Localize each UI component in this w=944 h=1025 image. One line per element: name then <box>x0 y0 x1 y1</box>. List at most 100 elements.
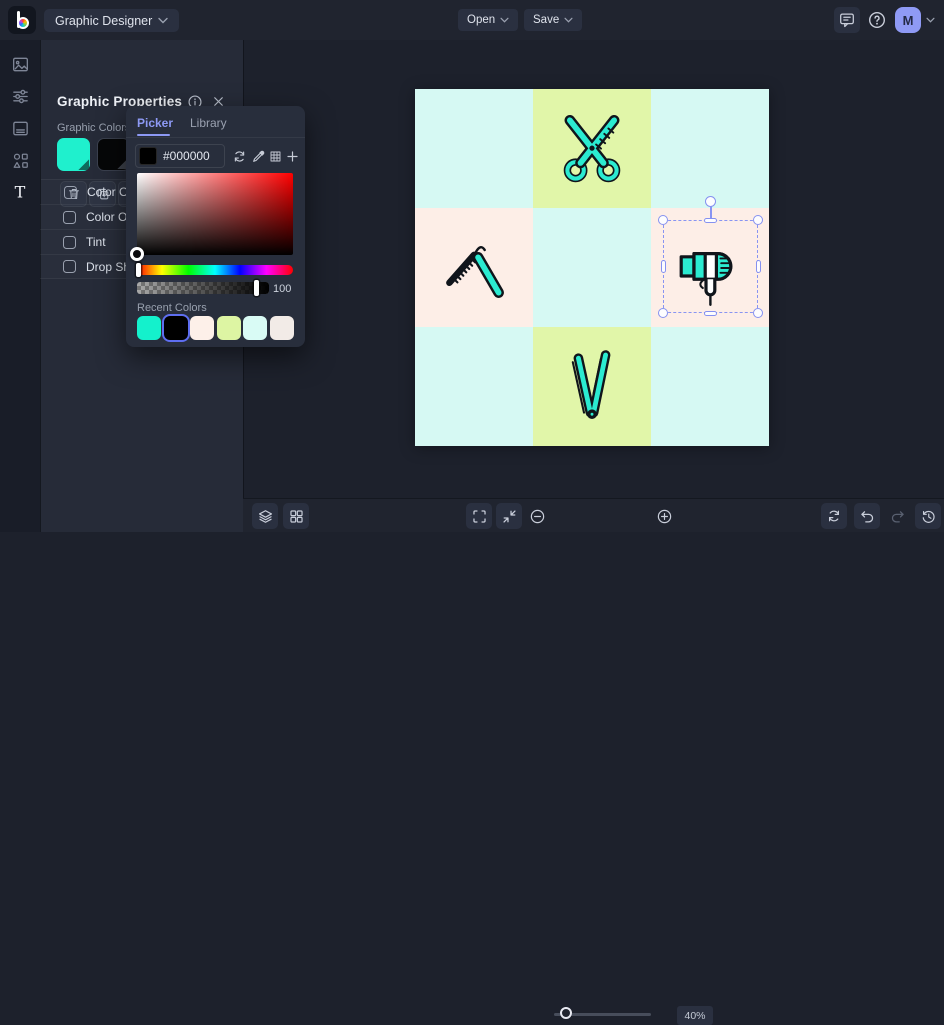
checkbox-color-overlay[interactable] <box>64 185 77 199</box>
resize-handle-n[interactable] <box>704 217 717 223</box>
graphic-colors-label: Graphic Colors <box>57 122 131 134</box>
color-grid-button[interactable] <box>267 148 284 165</box>
chevron-down-icon <box>564 17 573 23</box>
recent-color-swatch-selected[interactable] <box>163 316 188 340</box>
checkbox-drop-shadow[interactable] <box>63 260 76 273</box>
account-menu-chevron[interactable] <box>926 17 935 23</box>
color-cursor[interactable] <box>130 247 144 261</box>
card-icon <box>12 121 28 135</box>
top-bar: Graphic Designer Open Save M <box>0 0 944 40</box>
sidebar-item-images[interactable] <box>10 54 30 74</box>
resize-handle-sw[interactable] <box>658 308 668 318</box>
fullscreen-icon <box>472 509 486 523</box>
resize-handle-s[interactable] <box>704 310 717 316</box>
resize-handle-se[interactable] <box>753 308 763 318</box>
hex-color-field[interactable] <box>135 144 225 168</box>
divider <box>126 137 305 138</box>
app-logo[interactable] <box>8 6 36 34</box>
shapes-icon <box>13 153 28 168</box>
project-type-dropdown[interactable]: Graphic Designer <box>44 9 180 32</box>
resize-handle-e[interactable] <box>755 260 761 273</box>
help-button[interactable] <box>866 9 888 31</box>
flat-iron-icon <box>571 349 611 419</box>
layers-button[interactable] <box>252 503 278 529</box>
tab-picker[interactable]: Picker <box>137 116 173 130</box>
redo-button[interactable] <box>888 507 906 525</box>
checkbox-tint[interactable] <box>63 235 76 249</box>
resize-handle-w[interactable] <box>660 260 666 273</box>
canvas-tile[interactable] <box>651 89 769 208</box>
history-icon <box>922 510 935 523</box>
sync-icon <box>234 151 245 162</box>
refresh-button[interactable] <box>821 503 847 529</box>
sidebar-item-graphics[interactable] <box>10 150 30 170</box>
user-avatar[interactable]: M <box>895 7 921 33</box>
saturation-value-area[interactable] <box>137 173 293 255</box>
project-type-label: Graphic Designer <box>55 13 153 28</box>
plus-icon <box>287 151 298 162</box>
feedback-button[interactable] <box>834 7 860 33</box>
history-button[interactable] <box>915 503 941 529</box>
selection-box[interactable] <box>658 196 763 318</box>
hue-slider-handle[interactable] <box>136 263 141 277</box>
chevron-down-icon <box>158 17 168 24</box>
comment-icon <box>840 13 854 28</box>
recent-colors-label: Recent Colors <box>137 302 207 314</box>
pages-button[interactable] <box>283 503 309 529</box>
layers-icon <box>258 509 272 523</box>
undo-button[interactable] <box>854 503 880 529</box>
canvas-tile[interactable] <box>533 208 651 327</box>
tab-library[interactable]: Library <box>190 116 227 130</box>
eyedropper-button[interactable] <box>250 148 267 165</box>
zoom-slider-handle[interactable] <box>560 1007 572 1019</box>
swap-colors-button[interactable] <box>231 148 248 165</box>
avatar-initial: M <box>902 12 914 28</box>
sidebar-item-adjustments[interactable] <box>10 86 30 106</box>
save-button[interactable]: Save <box>524 9 583 31</box>
add-color-button[interactable] <box>284 148 301 165</box>
resize-handle-nw[interactable] <box>658 215 668 225</box>
current-color-swatch <box>139 147 157 165</box>
recent-color-swatch[interactable] <box>216 316 241 340</box>
canvas-tile[interactable] <box>415 327 533 446</box>
grid-icon <box>270 151 281 162</box>
collapse-icon <box>502 509 516 523</box>
hue-slider[interactable] <box>137 265 293 275</box>
logo-rainbow-bowl <box>17 17 29 29</box>
hex-input[interactable] <box>163 149 223 163</box>
zoom-level-display[interactable]: 40% <box>677 1006 713 1025</box>
zoom-in-button[interactable] <box>655 507 673 525</box>
canvas-tile[interactable] <box>415 89 533 208</box>
canvas-tile-scissors[interactable] <box>533 89 651 208</box>
rotation-handle[interactable] <box>705 196 716 207</box>
canvas-tile[interactable] <box>651 327 769 446</box>
checkbox-color-overlay[interactable] <box>63 210 76 224</box>
sidebar-item-templates[interactable] <box>10 118 30 138</box>
shrink-view-button[interactable] <box>496 503 522 529</box>
recent-color-swatch[interactable] <box>137 316 161 340</box>
sliders-icon <box>12 89 28 103</box>
plus-circle-icon <box>657 509 671 523</box>
chevron-down-icon <box>500 17 509 23</box>
image-icon <box>12 57 28 71</box>
eyedropper-icon <box>253 150 265 162</box>
resize-handle-ne[interactable] <box>753 215 763 225</box>
fit-to-screen-button[interactable] <box>466 503 492 529</box>
option-label: Tint <box>86 235 106 249</box>
chevron-down-icon <box>926 17 935 23</box>
grid-2x2-icon <box>289 509 303 523</box>
open-button[interactable]: Open <box>458 9 519 31</box>
alpha-slider[interactable] <box>137 282 269 294</box>
canvas-tile-flat-iron[interactable] <box>533 327 651 446</box>
sidebar-item-text[interactable]: T <box>10 182 30 202</box>
swatch-fold-corner <box>78 159 89 170</box>
canvas-tile-razor[interactable] <box>415 208 533 327</box>
alpha-value: 100 <box>273 283 292 295</box>
recent-color-swatch[interactable] <box>190 316 214 340</box>
alpha-slider-handle[interactable] <box>254 280 259 296</box>
recent-color-swatch[interactable] <box>243 316 267 340</box>
bottom-toolbar: 40% <box>243 498 944 1025</box>
graphic-color-swatch-1[interactable] <box>57 138 90 171</box>
recent-color-swatch[interactable] <box>269 316 294 340</box>
zoom-out-button[interactable] <box>528 507 546 525</box>
